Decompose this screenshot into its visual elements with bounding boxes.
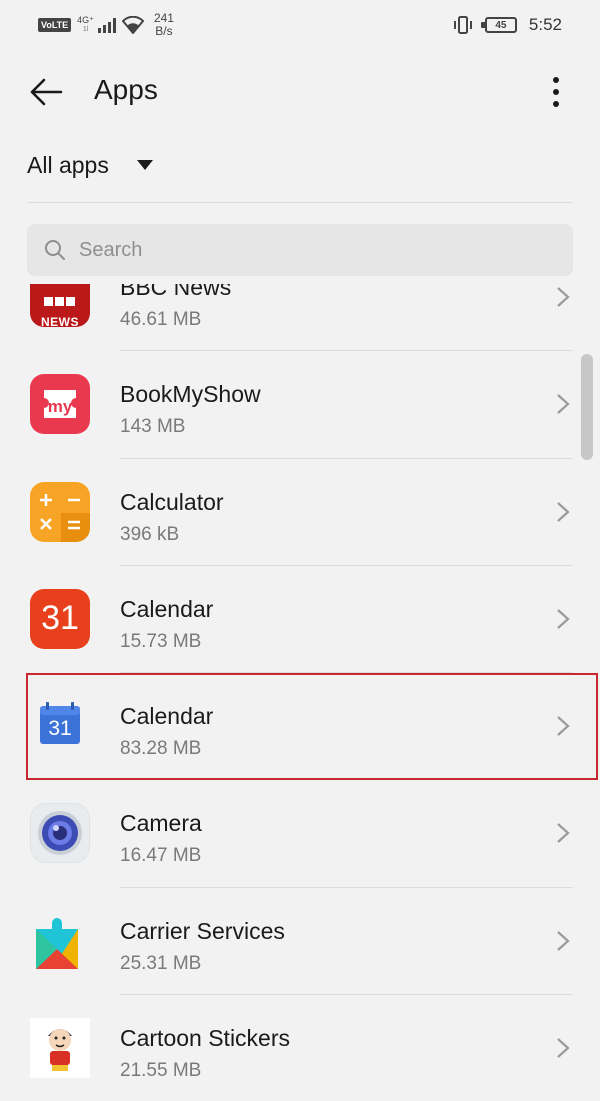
google-calendar-icon-text: 31 [48, 717, 72, 741]
app-name: BBC News [120, 284, 232, 300]
more-options-button[interactable] [532, 68, 580, 116]
cartoon-stickers-icon [30, 1018, 90, 1079]
app-name: Calculator [120, 488, 224, 515]
network-speed-value: 241 [153, 11, 174, 25]
status-left: VoLTE 4G⁺ 1l 241 B/s [38, 10, 174, 40]
chevron-right-icon [557, 930, 570, 951]
scrollbar[interactable] [581, 354, 593, 460]
network-speed-unit: B/s [155, 24, 173, 38]
more-vert-icon [553, 77, 559, 107]
wifi-icon [121, 16, 144, 34]
signal-icon [97, 17, 116, 33]
network-sub-label: 1l [82, 26, 89, 33]
app-bar: Apps [0, 52, 600, 130]
app-name: BookMyShow [120, 381, 261, 408]
app-name: Cartoon Stickers [120, 1025, 291, 1052]
calendar-icon-text: 31 [30, 588, 90, 649]
clock: 5:52 [528, 15, 562, 34]
page-title: Apps [94, 74, 158, 105]
svg-text:my: my [48, 397, 73, 416]
app-size: 46.61 MB [120, 309, 202, 330]
app-size: 25.31 MB [120, 952, 202, 974]
camera-icon [30, 803, 90, 864]
bbc-news-icon-text: NEWS [41, 315, 79, 327]
battery-level: 45 [495, 19, 507, 31]
app-filter-dropdown[interactable]: All apps [0, 130, 600, 202]
chevron-right-icon [557, 609, 570, 629]
search-bar[interactable] [27, 224, 573, 276]
dropdown-arrow-icon [137, 160, 153, 170]
app-row-bbc-news[interactable]: NEWS BBC News 46.61 MB [0, 284, 600, 352]
arrow-back-icon [30, 78, 63, 106]
app-size: 83.28 MB [120, 738, 202, 760]
chevron-right-icon [557, 394, 570, 415]
chevron-right-icon [557, 823, 570, 844]
bookmyshow-icon: my [30, 374, 90, 435]
status-right: 45 5:52 [453, 14, 562, 36]
app-size: 143 MB [120, 416, 186, 438]
calendar-icon: 31 [30, 588, 90, 649]
status-bar: VoLTE 4G⁺ 1l 241 B/s 45 5:52 [0, 0, 600, 52]
app-row-camera[interactable]: Camera 16.47 MB [0, 780, 600, 888]
vibrate-icon [453, 16, 472, 34]
network-label: 4G⁺ [77, 15, 94, 25]
app-row-carrier-services[interactable]: Carrier Services 25.31 MB [0, 888, 600, 996]
app-row-cartoon-stickers[interactable]: Cartoon Stickers 21.55 MB [0, 995, 600, 1101]
app-row-google-calendar[interactable]: 31 Calendar 83.28 MB [0, 673, 600, 781]
app-name: Calendar [120, 703, 214, 730]
search-icon [45, 240, 65, 260]
app-name: Calendar [120, 595, 214, 622]
battery-icon: 45 [480, 17, 517, 33]
calculator-icon [30, 481, 90, 542]
back-button[interactable] [22, 68, 70, 116]
app-list-content: NEWS BBC News 46.61 MB my BookMyShow 143… [0, 284, 600, 1101]
divider [27, 202, 573, 203]
volte-badge: VoLTE [38, 18, 72, 32]
network-speed: 241 B/s [154, 12, 174, 38]
carrier-services-icon [30, 911, 90, 971]
chevron-right-icon [557, 287, 570, 307]
chevron-right-icon [557, 1038, 570, 1058]
network-type: 4G⁺ 1l [77, 16, 94, 34]
app-row-calendar[interactable]: 31 Calendar 15.73 MB [0, 566, 600, 674]
app-row-calculator[interactable]: Calculator 396 kB [0, 459, 600, 566]
app-name: Carrier Services [120, 917, 285, 944]
chevron-right-icon [557, 716, 570, 737]
app-row-bookmyshow[interactable]: my BookMyShow 143 MB [0, 351, 600, 459]
search-input[interactable] [79, 224, 549, 276]
app-size: 16.47 MB [120, 845, 202, 867]
bbc-news-icon: NEWS [30, 284, 90, 327]
app-size: 21.55 MB [120, 1060, 202, 1082]
app-size: 15.73 MB [120, 630, 202, 652]
app-name: Camera [120, 810, 202, 837]
app-size: 396 kB [120, 523, 180, 545]
google-calendar-icon: 31 [30, 696, 90, 756]
chevron-right-icon [557, 501, 570, 522]
filter-label: All apps [27, 152, 109, 178]
app-list[interactable]: NEWS BBC News 46.61 MB my BookMyShow 143… [0, 284, 600, 1101]
